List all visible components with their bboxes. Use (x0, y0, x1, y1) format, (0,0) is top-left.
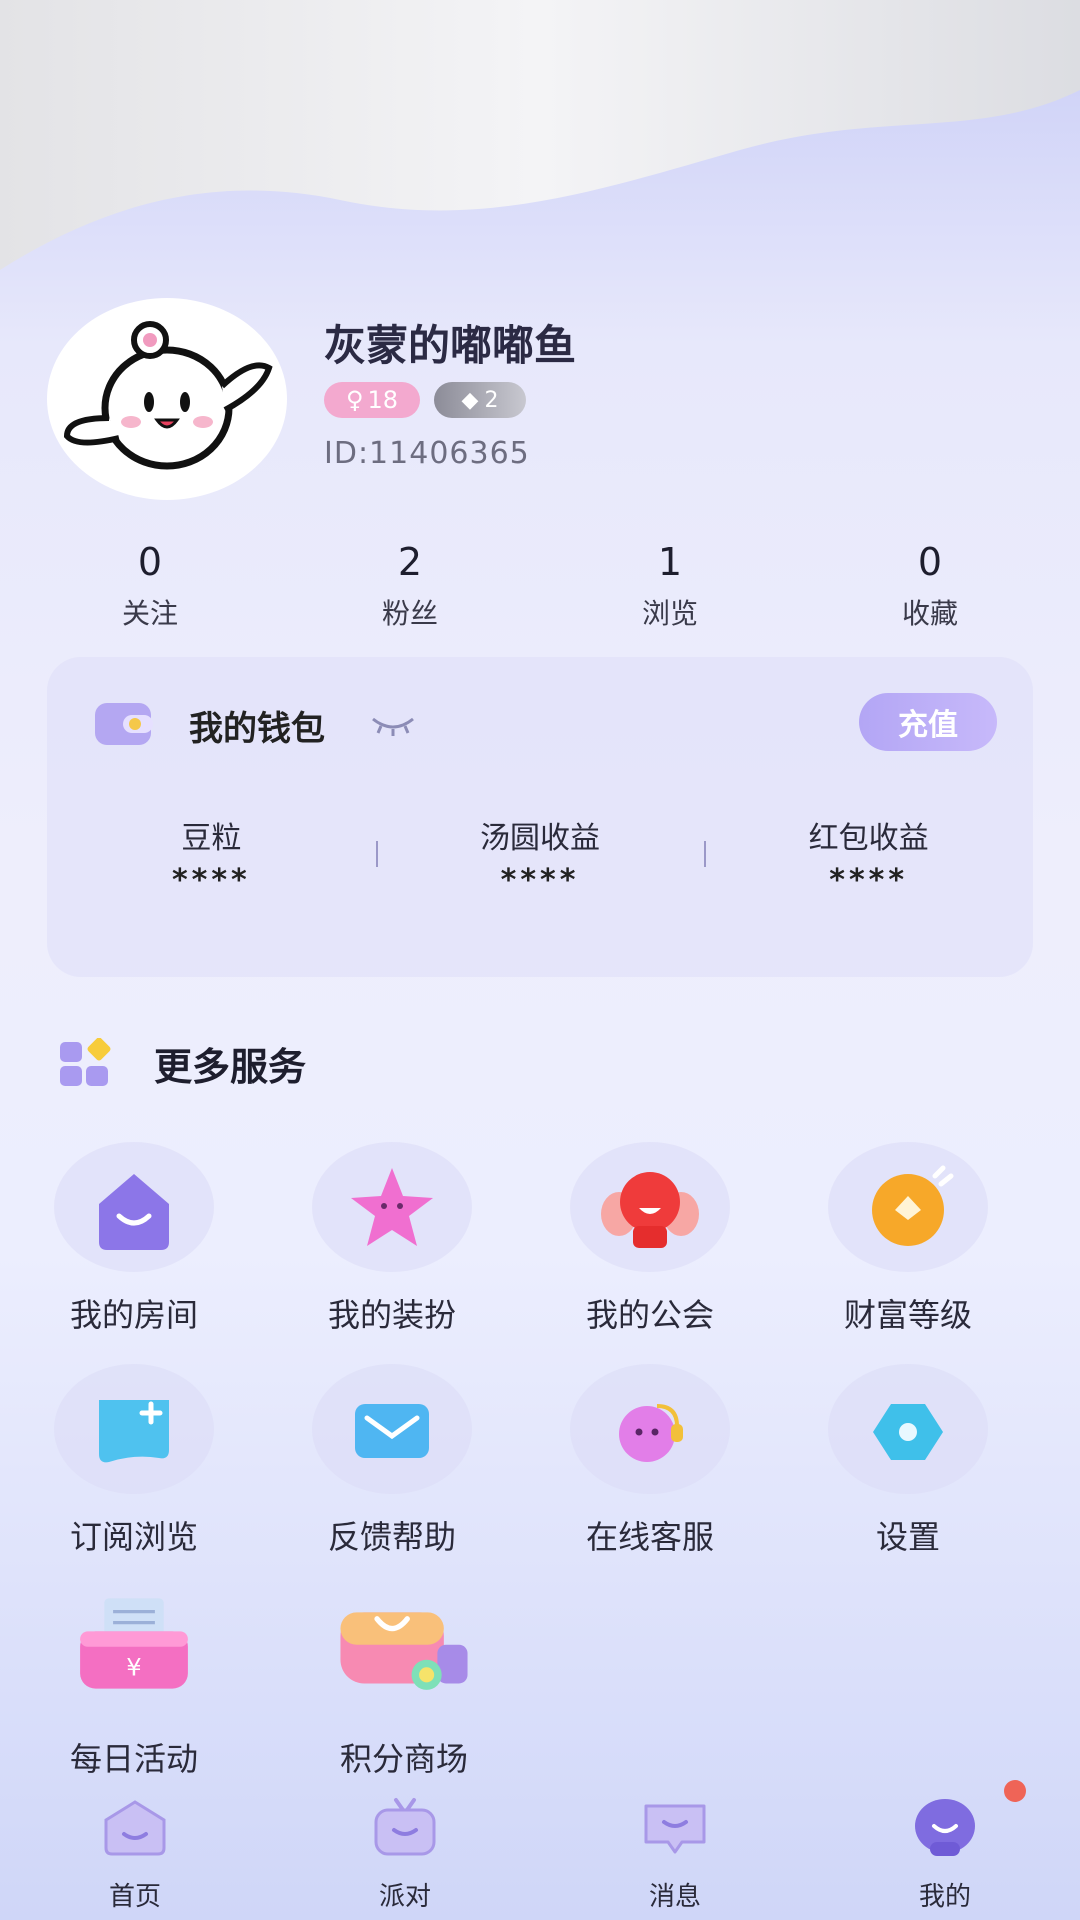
service-label: 我的公会 (585, 1296, 714, 1334)
user-avatar[interactable] (47, 298, 287, 500)
settings-icon (873, 1404, 943, 1460)
tab-label: 消息 (648, 1882, 701, 1912)
service-my-room[interactable]: 我的房间 (24, 1140, 282, 1362)
tab-me[interactable]: 我的 (810, 1790, 1080, 1920)
level-value: 2 (484, 387, 499, 413)
subscribe-icon (99, 1400, 169, 1463)
stat-value: 2 (397, 540, 423, 584)
service-label: 每日活动 (69, 1740, 198, 1778)
wallet-card: 我的钱包 充值 豆粒 **** 汤圆收益 **** 红包收益 **** (47, 657, 1033, 977)
dressup-icon (351, 1168, 433, 1246)
service-label: 在线客服 (585, 1518, 714, 1556)
service-icon (619, 1404, 683, 1462)
wallet-item-beans[interactable]: 豆粒 **** (47, 813, 376, 898)
avatar-character-icon (63, 321, 273, 470)
service-wealth-level[interactable]: 财富等级 (798, 1140, 1056, 1362)
stat-views[interactable]: 1 浏览 (540, 540, 800, 632)
stat-label: 粉丝 (381, 597, 438, 630)
tab-label: 首页 (108, 1882, 161, 1912)
service-my-guild[interactable]: 我的公会 (540, 1140, 798, 1362)
stat-following[interactable]: 0 关注 (20, 540, 280, 632)
diamond-icon: ◆ (461, 387, 479, 413)
wallet-item-tangyuan-income[interactable]: 汤圆收益 **** (375, 813, 705, 898)
daily-activity-icon: ¥ (80, 1598, 188, 1689)
divider (375, 841, 378, 867)
service-label: 我的房间 (69, 1296, 198, 1334)
service-subscribe[interactable]: 订阅浏览 (24, 1362, 282, 1584)
service-label: 设置 (875, 1518, 940, 1556)
tab-label: 我的 (918, 1882, 971, 1912)
guild-icon (601, 1172, 699, 1248)
service-label: 财富等级 (843, 1296, 972, 1334)
gender-age-badge: ♀ 18 (324, 382, 420, 418)
room-icon (99, 1174, 169, 1250)
eye-closed-icon[interactable] (369, 709, 417, 739)
wallet-icon (95, 703, 153, 745)
wallet-item-label: 豆粒 (181, 821, 242, 856)
wealth-icon (872, 1165, 954, 1246)
tab-messages[interactable]: 消息 (540, 1790, 810, 1920)
services-grid: 我的房间 我的装扮 我的公会 财富等级 订阅浏览 反馈帮助 在线客服 设置 ¥ … (24, 1140, 1056, 1806)
stat-label: 收藏 (901, 597, 958, 630)
service-my-dressup[interactable]: 我的装扮 (282, 1140, 540, 1362)
wallet-title: 我的钱包 (189, 709, 325, 749)
party-tv-icon (374, 1798, 436, 1856)
wallet-item-value: **** (829, 863, 909, 898)
level-badge: ◆ 2 (434, 382, 526, 418)
wallet-item-value: **** (171, 863, 251, 898)
user-id[interactable]: ID:11406365 (324, 436, 530, 471)
services-title: 更多服务 (154, 1045, 307, 1089)
wallet-item-redpacket-income[interactable]: 红包收益 **** (704, 813, 1033, 898)
stat-value: 0 (917, 540, 943, 584)
tab-party[interactable]: 派对 (270, 1790, 540, 1920)
stat-label: 关注 (121, 597, 178, 630)
tab-label: 派对 (378, 1882, 431, 1912)
recharge-button[interactable]: 充值 (859, 693, 997, 751)
wallet-item-label: 红包收益 (808, 821, 929, 856)
header-wave-background (0, 0, 1080, 270)
service-label: 积分商场 (339, 1740, 468, 1778)
stat-label: 浏览 (641, 597, 698, 630)
message-icon (644, 1804, 706, 1854)
wallet-item-label: 汤圆收益 (480, 821, 600, 856)
service-daily-activity[interactable]: ¥ 每日活动 (24, 1584, 294, 1806)
wallet-item-value: **** (500, 863, 580, 898)
feedback-icon (355, 1404, 429, 1458)
home-icon (104, 1800, 166, 1856)
svg-text:¥: ¥ (126, 1653, 141, 1681)
points-mall-icon (340, 1612, 468, 1690)
stat-favorites[interactable]: 0 收藏 (800, 540, 1060, 632)
stat-fans[interactable]: 2 粉丝 (280, 540, 540, 632)
user-badges: ♀ 18 ◆ 2 (324, 382, 526, 418)
service-points-mall[interactable]: 积分商场 (294, 1584, 564, 1806)
female-icon: ♀ (345, 386, 364, 414)
age-value: 18 (367, 386, 399, 414)
service-label: 反馈帮助 (327, 1518, 456, 1556)
me-icon (915, 1799, 975, 1856)
grid-apps-icon (60, 1037, 111, 1086)
tab-home[interactable]: 首页 (0, 1790, 270, 1920)
services-header: 更多服务 (60, 1036, 306, 1091)
service-settings[interactable]: 设置 (798, 1362, 1056, 1584)
service-label: 我的装扮 (327, 1296, 456, 1334)
bottom-tab-bar: 首页 派对 消息 我的 (0, 1790, 1080, 1920)
divider (704, 841, 707, 867)
wallet-balances: 豆粒 **** 汤圆收益 **** 红包收益 **** (47, 813, 1033, 898)
service-feedback[interactable]: 反馈帮助 (282, 1362, 540, 1584)
stats-row: 0 关注 2 粉丝 1 浏览 0 收藏 (20, 540, 1060, 632)
service-online-support[interactable]: 在线客服 (540, 1362, 798, 1584)
stat-value: 1 (657, 540, 683, 584)
user-nickname: 灰蒙的嘟嘟鱼 (324, 321, 577, 370)
service-label: 订阅浏览 (69, 1518, 198, 1556)
stat-value: 0 (137, 540, 163, 584)
